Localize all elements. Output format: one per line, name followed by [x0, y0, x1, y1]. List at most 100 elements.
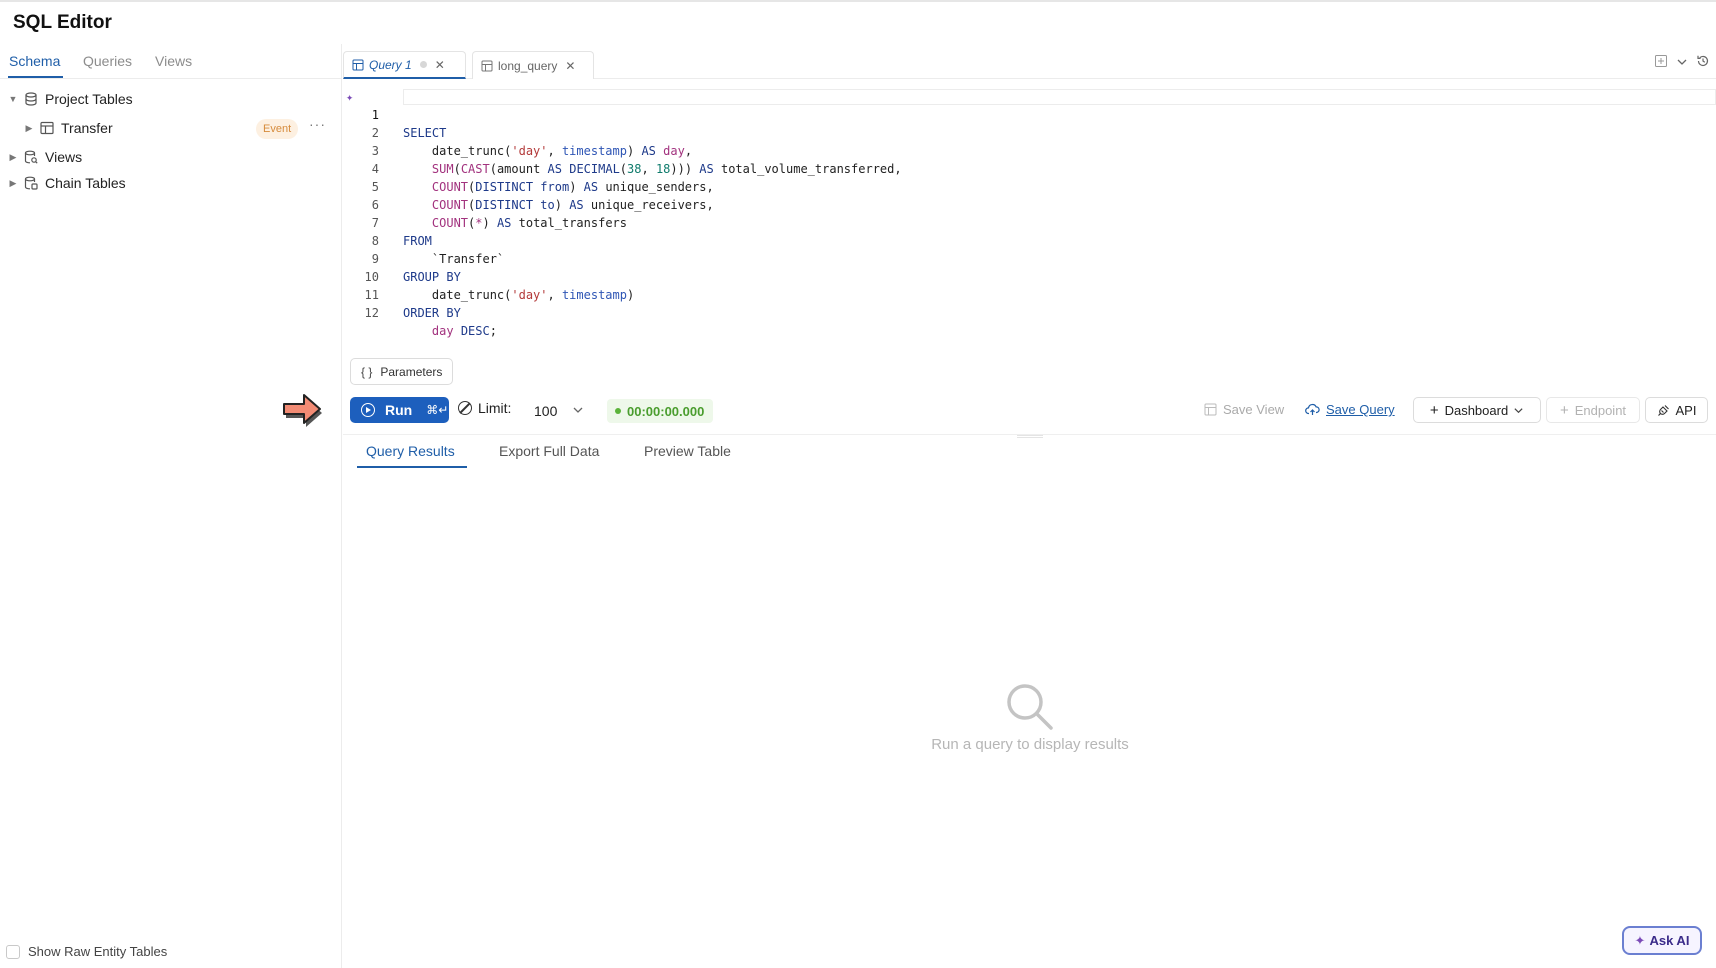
endpoint-button[interactable]: + Endpoint	[1546, 397, 1640, 423]
tab-query-results[interactable]: Query Results	[366, 443, 455, 459]
code-line: 3 SUM(CAST(amount AS DECIMAL(38, 18))) A…	[343, 124, 902, 176]
line-number: 12	[364, 306, 379, 320]
resize-handle[interactable]	[1017, 435, 1043, 438]
code-line: 11 ORDER BY	[343, 268, 461, 320]
run-button[interactable]: Run ⌘↵	[350, 397, 449, 423]
save-view-button[interactable]: Save View	[1204, 402, 1284, 417]
code-line: 7 FROM	[343, 196, 432, 248]
run-label: Run	[385, 402, 413, 418]
timer-value: 00:00:00.000	[627, 403, 705, 419]
endpoint-label: Endpoint	[1574, 402, 1627, 418]
chevron-right-icon[interactable]: ▶	[8, 152, 18, 163]
editor-tab-bar: Query 1 ✕ long_query ✕	[343, 44, 1716, 79]
chevron-down-icon[interactable]	[1676, 55, 1688, 73]
plus-icon: +	[1559, 401, 1569, 419]
parameters-label: Parameters	[380, 364, 443, 379]
tab-query-1-label: Query 1	[369, 57, 412, 72]
limit-control: Limit:	[458, 400, 511, 416]
api-label: API	[1675, 402, 1697, 418]
limit-value: 100	[534, 403, 558, 419]
chevron-down-icon	[1513, 405, 1524, 416]
dashboard-button[interactable]: + Dashboard	[1413, 397, 1541, 423]
editor-actions	[1654, 54, 1710, 73]
show-raw-checkbox[interactable]	[6, 944, 20, 959]
chevron-down-icon	[572, 403, 584, 419]
code-editor[interactable]: ✦ 1 SELECT 2 date_trunc('day', timestamp…	[343, 88, 1716, 338]
more-options-icon[interactable]: ···	[309, 116, 326, 132]
limit-label: Limit:	[478, 400, 512, 416]
close-icon[interactable]: ✕	[435, 58, 445, 72]
sparkle-icon: ✦	[1634, 932, 1646, 948]
code-line: 4 COUNT(DISTINCT from) AS unique_senders…	[343, 142, 714, 194]
play-icon	[361, 403, 375, 417]
cloud-upload-icon	[1305, 403, 1320, 416]
current-line-highlight	[403, 89, 1716, 105]
plug-icon	[1657, 404, 1670, 417]
show-raw-entity-tables[interactable]: Show Raw Entity Tables	[6, 944, 167, 959]
table-icon	[40, 121, 54, 135]
close-icon[interactable]: ✕	[565, 59, 575, 73]
show-raw-label: Show Raw Entity Tables	[28, 944, 168, 959]
dashboard-label: Dashboard	[1444, 402, 1509, 418]
tree-item-transfer[interactable]: ▶ Transfer	[24, 116, 113, 140]
tab-preview-table[interactable]: Preview Table	[644, 443, 731, 459]
page-title: SQL Editor	[13, 12, 112, 33]
results-empty-state: Run a query to display results	[900, 682, 1160, 753]
code-line: 10 date_trunc('day', timestamp)	[343, 250, 635, 302]
tab-queries[interactable]: Queries	[83, 53, 132, 69]
tree-label-project-tables: Project Tables	[45, 91, 133, 107]
database-link-icon	[24, 176, 38, 190]
database-icon	[24, 92, 38, 106]
run-shortcut: ⌘↵	[426, 403, 449, 417]
table-icon	[352, 59, 364, 71]
code-line: 5 COUNT(DISTINCT to) AS unique_receivers…	[343, 160, 714, 212]
tab-export-full-data[interactable]: Export Full Data	[499, 443, 599, 459]
code-line: 1 SELECT	[343, 88, 447, 140]
plus-icon: +	[1429, 401, 1439, 419]
tab-views[interactable]: Views	[155, 53, 192, 69]
tab-long-query-label: long_query	[498, 58, 558, 73]
api-button[interactable]: API	[1645, 397, 1708, 423]
unsaved-dot	[419, 61, 427, 68]
code-line: 8 `Transfer`	[343, 214, 504, 266]
tree-label-views: Views	[45, 149, 83, 165]
search-icon	[1007, 684, 1053, 730]
code-line: 2 date_trunc('day', timestamp) AS day,	[343, 106, 692, 158]
save-query-label: Save Query	[1326, 402, 1395, 417]
database-search-icon	[24, 150, 38, 164]
parameters-button[interactable]: { } Parameters	[350, 358, 454, 385]
code-line: 6 COUNT(*) AS total_transfers	[343, 178, 627, 230]
execution-timer: 00:00:00.000	[607, 399, 714, 423]
empty-state-text: Run a query to display results	[931, 736, 1129, 753]
table-icon	[481, 60, 493, 72]
tab-schema[interactable]: Schema	[9, 53, 60, 69]
save-query-button[interactable]: Save Query	[1305, 402, 1395, 417]
limit-select[interactable]: 100	[523, 398, 590, 424]
new-tab-icon[interactable]	[1654, 54, 1668, 73]
code-line: 12 day DESC;	[343, 286, 497, 338]
ask-ai-button[interactable]: ✦ Ask AI	[1622, 926, 1702, 955]
braces-icon: { }	[361, 364, 373, 379]
results-tab-active-indicator	[357, 466, 467, 468]
chevron-right-icon[interactable]: ▶	[24, 123, 34, 134]
pointer-arrow-icon	[283, 394, 322, 427]
chevron-down-icon[interactable]: ▼	[8, 94, 18, 104]
save-view-label: Save View	[1223, 402, 1285, 417]
tree-item-views[interactable]: ▶ Views	[8, 145, 83, 169]
history-icon[interactable]	[1696, 54, 1710, 73]
tab-query-1[interactable]: Query 1 ✕	[343, 51, 466, 79]
code-line: 9 GROUP BY	[343, 232, 461, 284]
tree-item-project-tables[interactable]: ▼ Project Tables	[8, 87, 133, 111]
left-tab-bar: Schema Queries Views	[0, 44, 342, 79]
tab-active-indicator	[8, 76, 63, 78]
tree-item-chain-tables[interactable]: ▶ Chain Tables	[8, 171, 126, 195]
status-dot	[615, 408, 621, 414]
event-badge: Event	[256, 119, 299, 139]
tab-long-query[interactable]: long_query ✕	[472, 51, 594, 79]
window-top-border	[0, 0, 1716, 2]
chevron-right-icon[interactable]: ▶	[8, 178, 18, 189]
limit-icon	[458, 401, 472, 415]
ask-ai-label: Ask AI	[1649, 933, 1690, 948]
table-icon	[1204, 403, 1217, 416]
tree-label-chain-tables: Chain Tables	[45, 175, 126, 191]
